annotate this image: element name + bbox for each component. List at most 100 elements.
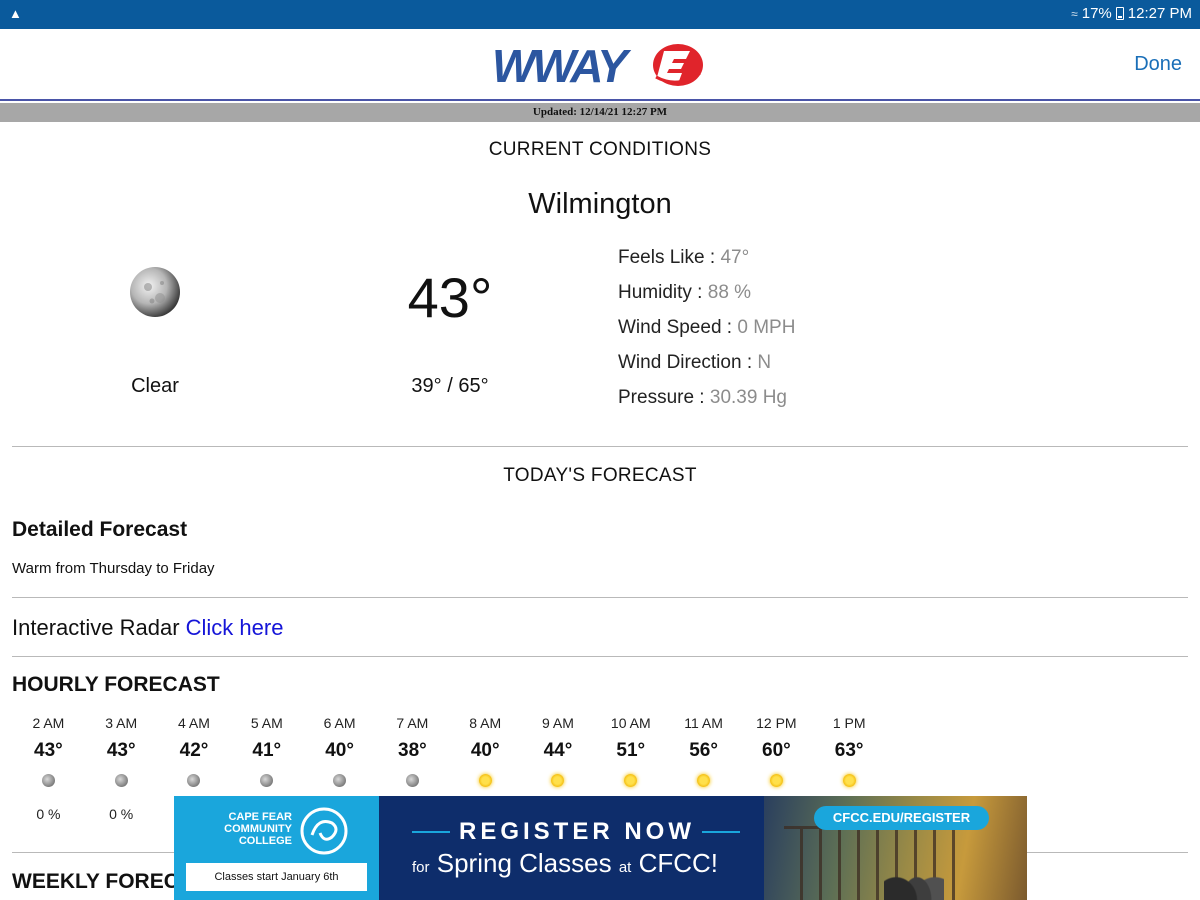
- ad-url-button[interactable]: CFCC.EDU/REGISTER: [814, 806, 989, 830]
- detailed-forecast-heading: Detailed Forecast: [12, 518, 188, 541]
- hour-time: 7 AM: [396, 715, 429, 731]
- moon-icon: [85, 768, 158, 792]
- humidity-row: Humidity : 88 %: [618, 282, 752, 303]
- sun-icon: [594, 768, 667, 792]
- moon-icon: [128, 265, 182, 319]
- detailed-forecast-text: Warm from Thursday to Friday: [12, 560, 215, 577]
- hour-time: 2 AM: [32, 715, 65, 731]
- hour-precipitation: 0 %: [109, 806, 134, 822]
- city-name: Wilmington: [528, 188, 672, 220]
- wind-speed-value: 0 MPH: [737, 317, 796, 338]
- wind-direction-value: N: [757, 352, 772, 373]
- ad-classes-start-pill: Classes start January 6th: [186, 863, 367, 891]
- hour-precipitation: 0 %: [36, 806, 61, 822]
- hour-time: 8 AM: [469, 715, 502, 731]
- hour-temperature: 38°: [398, 740, 427, 761]
- hour-time: 9 AM: [542, 715, 574, 731]
- moon-icon: [376, 768, 449, 792]
- moon-icon: [158, 768, 231, 792]
- feels-like-row: Feels Like : 47°: [618, 247, 750, 268]
- hour-time: 12 PM: [756, 715, 797, 731]
- status-bar: ▲ ≈ 17% 12:27 PM: [0, 0, 1200, 29]
- notification-icon: ▲: [9, 6, 22, 21]
- wind-speed-row: Wind Speed : 0 MPH: [618, 317, 796, 338]
- moon-icon: [41, 773, 55, 787]
- condition-details: Feels Like : 47° Humidity : 88 % Wind Sp…: [618, 246, 795, 421]
- sun-icon: [697, 773, 711, 787]
- hour-temperature: 63°: [834, 740, 864, 761]
- ad-line-decoration: [412, 831, 450, 833]
- pressure-value: 30.39 Hg: [709, 387, 787, 408]
- updated-timestamp: Updated: 12/14/21 12:27 PM: [0, 103, 1200, 122]
- hour-time: 6 AM: [323, 715, 356, 731]
- sun-icon: [842, 773, 856, 787]
- done-button[interactable]: Done: [1134, 53, 1182, 76]
- wifi-icon: ≈: [1071, 6, 1078, 21]
- sun-icon: [449, 768, 522, 792]
- current-conditions-title: CURRENT CONDITIONS: [488, 139, 712, 160]
- clock: 12:27 PM: [1127, 5, 1192, 22]
- hourly-item: 2 AM 43° 0 %: [12, 712, 85, 836]
- sun-icon: [478, 773, 492, 787]
- hour-temperature: 42°: [179, 740, 209, 761]
- moon-icon: [333, 773, 347, 787]
- hourly-item: 3 AM 43° 0 %: [85, 712, 158, 836]
- hour-time: 11 AM: [684, 715, 723, 731]
- divider: [12, 597, 1188, 598]
- moon-icon: [187, 773, 201, 787]
- interactive-radar-row: Interactive Radar Click here: [12, 615, 283, 641]
- moon-icon: [230, 768, 303, 792]
- ad-photo-people: [884, 848, 944, 900]
- moon-icon: [12, 768, 85, 792]
- cfcc-ad-banner[interactable]: CAPE FEAR COMMUNITY COLLEGE Classes star…: [174, 796, 1027, 900]
- hourly-forecast-heading: HOURLY FORECAST: [12, 673, 220, 696]
- divider: [12, 656, 1188, 657]
- moon-icon: [114, 773, 128, 787]
- pressure-row: Pressure : 30.39 Hg: [618, 387, 787, 408]
- sun-icon: [667, 768, 740, 792]
- radar-label: Interactive Radar: [12, 615, 186, 640]
- hi-lo-temperature: 39° / 65°: [411, 375, 489, 397]
- hour-time: 1 PM: [832, 715, 866, 731]
- hour-temperature: 43°: [106, 740, 136, 761]
- college-swirl-logo-icon: [300, 807, 348, 855]
- moon-icon: [303, 768, 376, 792]
- moon-icon: [405, 773, 419, 787]
- moon-icon: [260, 773, 274, 787]
- sun-icon: [551, 773, 565, 787]
- hour-temperature: 56°: [689, 740, 718, 761]
- ad-college-panel: CAPE FEAR COMMUNITY COLLEGE Classes star…: [174, 796, 379, 900]
- battery-icon: [1115, 7, 1124, 20]
- ad-headline: REGISTER NOW: [459, 818, 696, 845]
- hour-temperature: 51°: [616, 740, 646, 761]
- divider: [12, 446, 1188, 447]
- hour-temperature: 41°: [252, 740, 282, 761]
- hour-temperature: 44°: [543, 740, 573, 761]
- ad-subline: for Spring Classes at CFCC!: [412, 848, 719, 878]
- sun-icon: [813, 768, 886, 792]
- todays-forecast-title: TODAY'S FORECAST: [503, 465, 697, 486]
- hour-temperature: 40°: [325, 740, 354, 761]
- hour-temperature: 43°: [34, 740, 63, 761]
- sun-icon: [624, 773, 638, 787]
- hour-time: 5 AM: [250, 715, 283, 731]
- sun-icon: [769, 773, 783, 787]
- battery-percent: 17%: [1081, 5, 1112, 22]
- logo-3-mark-icon: [653, 44, 703, 86]
- hour-time: 10 AM: [610, 715, 651, 731]
- humidity-value: 88 %: [707, 282, 752, 303]
- radar-click-here-link[interactable]: Click here: [186, 615, 284, 640]
- hour-temperature: 40°: [470, 740, 500, 761]
- weekly-forecast-heading: WEEKLY FOREC: [12, 870, 179, 893]
- logo-wordmark: WWAY: [492, 40, 628, 92]
- sun-icon: [740, 768, 813, 792]
- hour-temperature: 60°: [762, 740, 791, 761]
- wway-logo: WWAY: [492, 39, 712, 91]
- ad-line-decoration: [702, 831, 740, 833]
- app-header: WWAY Done: [0, 29, 1200, 101]
- status-right: ≈ 17% 12:27 PM: [1071, 5, 1192, 22]
- sun-icon: [522, 768, 595, 792]
- condition-text: Clear: [131, 375, 179, 397]
- hour-time: 3 AM: [105, 715, 138, 731]
- feels-like-value: 47°: [720, 247, 750, 268]
